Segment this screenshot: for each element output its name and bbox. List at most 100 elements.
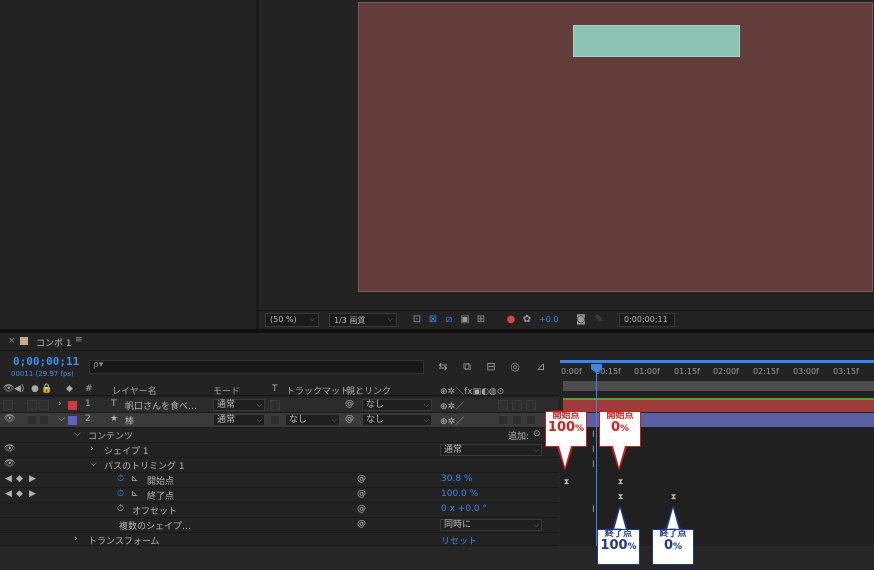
eye-icon[interactable]: 👁: [4, 459, 15, 469]
solo-switch[interactable]: [27, 415, 37, 425]
3d-switch[interactable]: [526, 400, 536, 410]
property-row-offset[interactable]: ⏱ オフセット @ 0 x +0.0 °: [0, 503, 558, 518]
add-menu-icon[interactable]: ⊙: [533, 429, 541, 439]
keyframe-start-2[interactable]: ⧗: [617, 478, 624, 486]
stopwatch-icon[interactable]: ⏱: [117, 474, 124, 484]
composition-flowchart-icon[interactable]: ⇆: [436, 360, 450, 374]
color-management-icon[interactable]: ✿: [521, 314, 533, 326]
viewer-timecode[interactable]: 0;00;00;11: [619, 313, 675, 327]
chevron-right-icon[interactable]: ›: [58, 399, 62, 409]
motion-blur-switch[interactable]: [498, 415, 508, 425]
shape-blend-mode-select[interactable]: 通常 ⌵: [440, 444, 542, 456]
next-keyframe-icon[interactable]: ▶: [29, 489, 36, 499]
add-keyframe-icon[interactable]: ◆: [16, 474, 23, 484]
property-row-start[interactable]: ◀ ◆ ▶ ⏱ ⊾ 開始点 @ 30.8 %: [0, 473, 558, 488]
chevron-down-icon[interactable]: ⌵: [90, 459, 97, 469]
property-row-contents[interactable]: ⌵ コンテンツ 追加: ⊙: [0, 428, 558, 443]
end-value[interactable]: 100.0 %: [441, 489, 478, 499]
expression-pick-whip-icon[interactable]: @: [357, 489, 366, 499]
resolution-select[interactable]: 1/3 画質 ⌵: [329, 313, 397, 327]
motion-blur-icon[interactable]: ◎: [508, 360, 522, 374]
layer-switches[interactable]: ⊕✲／: [440, 414, 464, 427]
chevron-down-icon[interactable]: ⌵: [74, 429, 81, 439]
close-icon[interactable]: ×: [8, 336, 16, 346]
time-navigator-bar[interactable]: [560, 360, 874, 363]
color-channels-icon[interactable]: ●: [505, 314, 517, 326]
graph-editor-icon[interactable]: ⊿: [534, 360, 548, 374]
property-row-shape-1[interactable]: 👁 › シェイプ 1 通常 ⌵: [0, 443, 558, 458]
playhead-line[interactable]: [596, 370, 597, 546]
motion-blur-switch[interactable]: [498, 400, 508, 410]
shy-layers-icon[interactable]: ⊟: [484, 360, 498, 374]
preserve-transparency-checkbox[interactable]: [270, 415, 280, 425]
pick-whip-icon[interactable]: @: [345, 399, 354, 409]
layer-1-duration-bar[interactable]: [563, 398, 874, 412]
grid-guides-icon[interactable]: ⊞: [475, 314, 487, 326]
adjustment-switch[interactable]: [512, 415, 522, 425]
reset-link[interactable]: リセット: [441, 534, 477, 545]
pick-whip-icon[interactable]: @: [345, 414, 354, 424]
lock-switch[interactable]: [39, 400, 49, 410]
menu-icon[interactable]: ≡: [75, 335, 83, 345]
property-row-end[interactable]: ◀ ◆ ▶ ⏱ ⊾ 終了点 @ 100.0 %: [0, 488, 558, 503]
mask-visibility-icon[interactable]: ⧄: [443, 314, 455, 326]
trim-multiple-shapes-select[interactable]: 同時に ⌵: [440, 519, 542, 531]
solo-switch[interactable]: [27, 400, 37, 410]
start-value[interactable]: 30.8 %: [441, 474, 472, 484]
layer-row-2[interactable]: 👁 ⌵ 2 ★ 棒 通常 ⌵ なし ⌵ @ なし ⌵ ⊕✲／: [0, 413, 558, 428]
layer-name[interactable]: 帆口さんを食べ…: [125, 399, 197, 412]
label-color-swatch[interactable]: [68, 401, 77, 410]
graph-icon[interactable]: ⊾: [131, 489, 139, 499]
keyframe-start-1[interactable]: ⧗: [563, 478, 570, 486]
expression-pick-whip-icon[interactable]: @: [357, 474, 366, 484]
layer-name-header[interactable]: レイヤー名: [112, 384, 157, 397]
eye-icon[interactable]: 👁: [4, 444, 15, 454]
layer-switches[interactable]: ⊕✲／: [440, 399, 464, 412]
layer-row-1[interactable]: › 1 T 帆口さんを食べ… 通常 ⌵ @ なし ⌵ ⊕✲／: [0, 398, 558, 413]
lock-switch[interactable]: [39, 415, 49, 425]
graph-icon[interactable]: ⊾: [131, 474, 139, 484]
fast-preview-icon[interactable]: ⊡: [411, 314, 423, 326]
expression-pick-whip-icon[interactable]: @: [357, 519, 366, 529]
3d-switch[interactable]: [526, 415, 536, 425]
next-keyframe-icon[interactable]: ▶: [29, 474, 36, 484]
previous-keyframe-icon[interactable]: ◀: [5, 474, 12, 484]
offset-value[interactable]: 0 x +0.0 °: [441, 504, 487, 514]
eye-icon[interactable]: 👁: [4, 414, 15, 424]
exposure-value[interactable]: +0.0: [539, 315, 558, 324]
adjustment-switch[interactable]: [512, 400, 522, 410]
transparency-grid-icon[interactable]: ⊠: [427, 314, 439, 326]
expression-pick-whip-icon[interactable]: @: [357, 504, 366, 514]
chevron-down-icon[interactable]: ⌵: [58, 414, 65, 424]
chevron-right-icon[interactable]: ›: [74, 534, 78, 544]
label-color-swatch[interactable]: [68, 416, 77, 425]
tab-composition-1[interactable]: コンポ 1: [36, 336, 72, 349]
preserve-transparency-checkbox[interactable]: [270, 400, 280, 410]
shape-layer-rectangle[interactable]: [573, 25, 740, 57]
show-snapshot-icon[interactable]: ✎: [593, 314, 605, 326]
property-row-trim-paths[interactable]: 👁 ⌵ パスのトリミング 1: [0, 458, 558, 473]
layer-name[interactable]: 棒: [125, 414, 134, 427]
video-switch[interactable]: [3, 400, 13, 410]
keyframe-end-1[interactable]: ⧗: [617, 493, 624, 501]
camera-snapshot-icon[interactable]: ◙: [575, 314, 587, 326]
work-area-bar[interactable]: [563, 381, 874, 391]
track-matte-select[interactable]: なし ⌵: [285, 414, 340, 426]
property-row-multiple-shapes[interactable]: 複数のシェイプ… @ 同時に ⌵: [0, 518, 558, 533]
region-of-interest-icon[interactable]: ▣: [459, 314, 471, 326]
parent-select[interactable]: なし ⌵: [362, 399, 432, 411]
current-time-display[interactable]: 0;00;00;11: [13, 355, 79, 368]
blend-mode-select[interactable]: 通常 ⌵: [213, 414, 265, 426]
zoom-select[interactable]: (50 %) ⌵: [265, 313, 319, 327]
previous-keyframe-icon[interactable]: ◀: [5, 489, 12, 499]
blend-mode-select[interactable]: 通常 ⌵: [213, 399, 265, 411]
search-input[interactable]: [89, 360, 424, 374]
draft-3d-icon[interactable]: ⧉: [460, 360, 474, 374]
chevron-right-icon[interactable]: ›: [90, 444, 94, 454]
keyframe-end-2[interactable]: ⧗: [670, 493, 677, 501]
property-row-transform[interactable]: › トランスフォーム リセット: [0, 533, 558, 546]
add-keyframe-icon[interactable]: ◆: [16, 489, 23, 499]
parent-select[interactable]: なし ⌵: [362, 414, 432, 426]
stopwatch-icon[interactable]: ⏱: [117, 489, 124, 499]
stopwatch-icon[interactable]: ⏱: [117, 504, 124, 514]
